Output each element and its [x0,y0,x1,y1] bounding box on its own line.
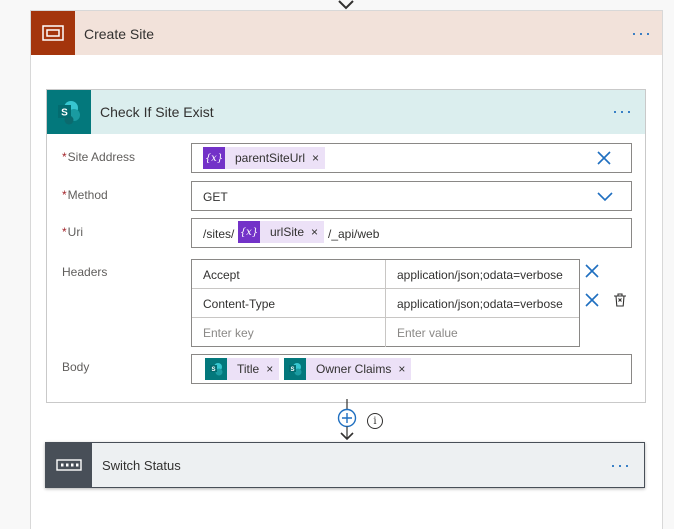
remove-token-button[interactable]: × [312,151,319,165]
header-row-new: Enter key Enter value [192,318,579,347]
remove-token-button[interactable]: × [266,362,273,376]
url-site-token[interactable]: {x} urlSite × [238,221,325,243]
uri-input[interactable]: /sites/ {x} urlSite × /_api/web [191,218,632,248]
header-key[interactable]: Content-Type [203,297,275,311]
scope-title: Create Site [84,26,155,42]
clear-icon[interactable] [597,151,611,165]
svg-text:S: S [290,367,294,373]
switch-status-action[interactable]: Switch Status ··· [45,442,645,488]
parent-site-url-token[interactable]: {x} parentSiteUrl × [203,147,326,169]
site-address-label: *Site Address [62,150,136,164]
scope-frame-icon [42,25,64,41]
info-icon[interactable]: i [367,413,383,429]
svg-text:S: S [211,367,215,373]
variable-icon: {x} [238,221,260,243]
headers-label: Headers [62,265,108,279]
header-value-input[interactable]: Enter value [397,326,458,340]
switch-cases-icon [56,459,82,471]
action-more-options-button[interactable]: ··· [612,102,633,120]
method-value: GET [203,190,228,204]
svg-text:S: S [61,108,68,119]
add-step-icon[interactable] [336,399,358,443]
variable-icon: {x} [203,147,225,169]
header-key-input[interactable]: Enter key [203,326,254,340]
remove-token-button[interactable]: × [311,225,318,239]
scope-icon [31,11,75,55]
method-select[interactable]: GET [191,181,632,211]
title-token[interactable]: S Title × [205,358,280,380]
uri-prefix: /sites/ [203,227,235,241]
switch-more-options-button[interactable]: ··· [610,456,631,474]
header-value[interactable]: application/json;odata=verbose [397,268,563,282]
sharepoint-token-icon: S [205,358,227,380]
action-title: Check If Site Exist [100,104,214,120]
owner-claims-token[interactable]: S Owner Claims × [284,358,412,380]
sharepoint-token-icon: S [284,358,306,380]
token-label: Owner Claims [316,362,392,376]
token-label: urlSite [270,225,305,239]
switch-icon [46,443,92,487]
uri-label: *Uri [62,225,83,239]
remove-header-icon[interactable] [585,293,599,307]
token-label: parentSiteUrl [235,151,306,165]
headers-table: Accept application/json;odata=verbose Co… [191,259,580,347]
sharepoint-logo-icon: S [210,363,223,376]
method-label: *Method [62,188,108,202]
sharepoint-logo-icon: S [289,363,302,376]
header-key[interactable]: Accept [203,268,240,282]
site-address-input[interactable]: {x} parentSiteUrl × [191,143,632,173]
remove-header-icon[interactable] [585,264,599,278]
body-input[interactable]: S Title × S Owner Claims × [191,354,632,384]
switch-title: Switch Status [102,458,181,473]
chevron-down-icon[interactable] [597,190,613,202]
header-value[interactable]: application/json;odata=verbose [397,297,563,311]
sharepoint-logo-icon: S [58,101,80,125]
scope-header[interactable]: Create Site ··· [31,11,662,55]
remove-token-button[interactable]: × [398,362,405,376]
uri-suffix: /_api/web [328,227,380,241]
sharepoint-icon: S [47,90,91,134]
header-row: Content-Type application/json;odata=verb… [192,289,579,318]
token-label: Title [237,362,260,376]
body-label: Body [62,360,90,374]
header-row: Accept application/json;odata=verbose [192,260,579,289]
action-check-if-site-exist: S Check If Site Exist ··· *Site Address … [46,89,646,403]
action-header[interactable]: S Check If Site Exist ··· [47,90,645,134]
delete-icon[interactable] [613,293,627,307]
scope-more-options-button[interactable]: ··· [631,24,652,42]
